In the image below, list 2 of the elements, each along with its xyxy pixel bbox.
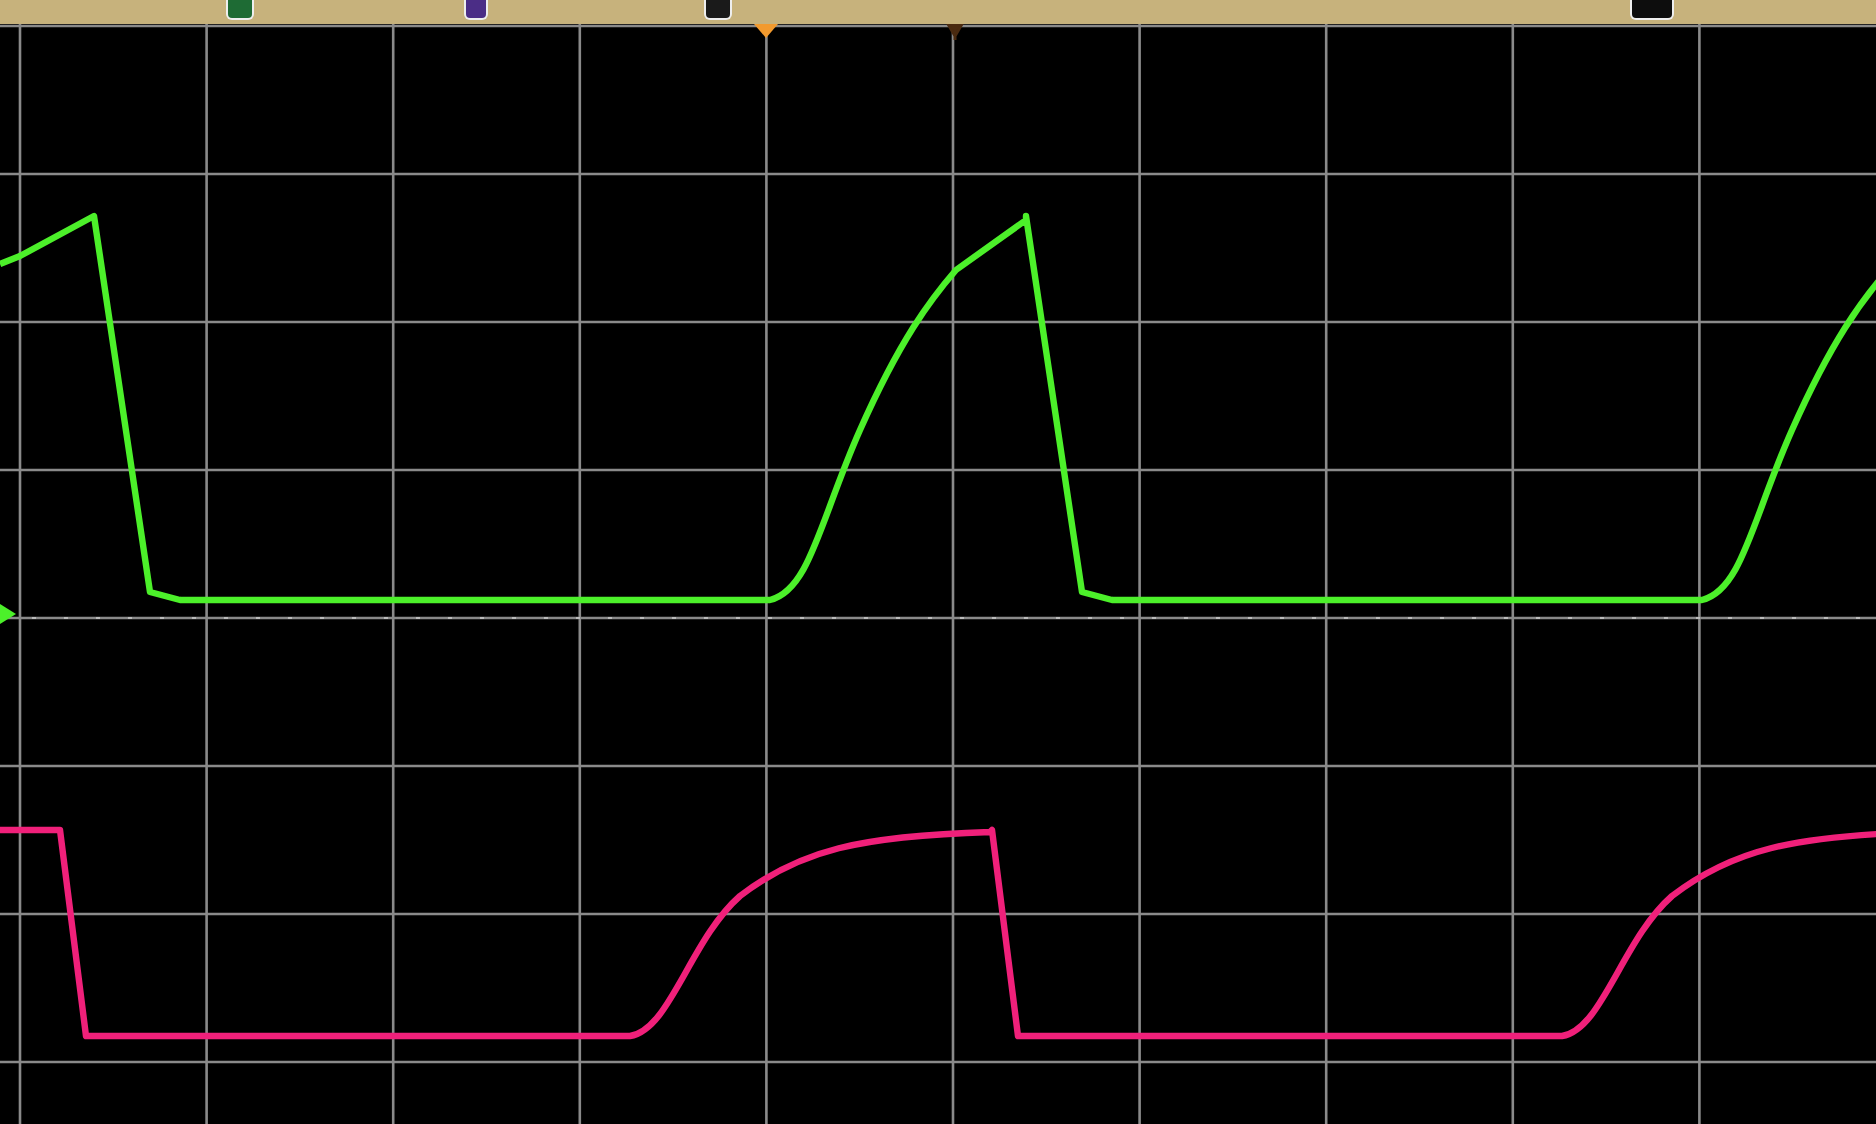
time-marker-icon [946, 24, 965, 42]
ground-marker-icon [0, 604, 16, 624]
